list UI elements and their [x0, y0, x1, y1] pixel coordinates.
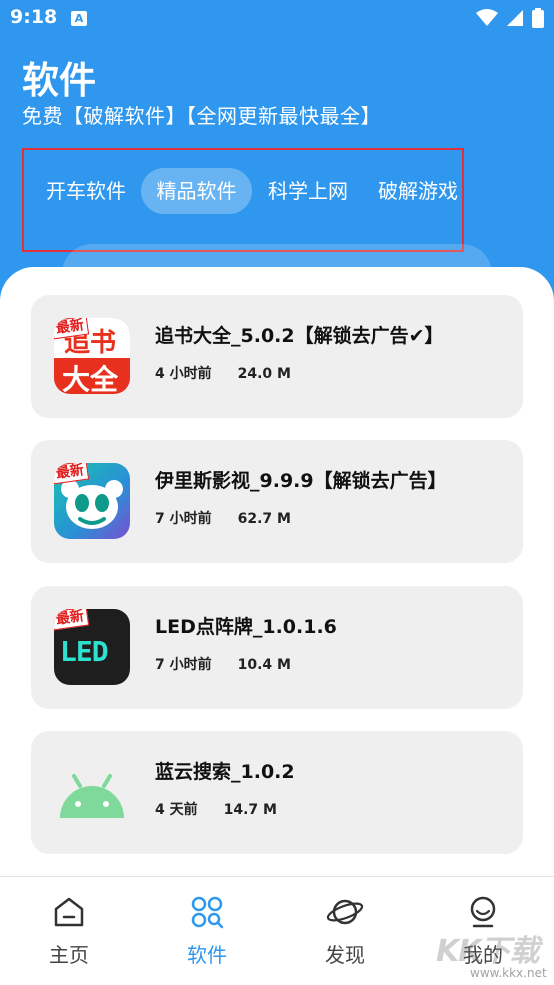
signal-icon — [507, 10, 523, 26]
status-bar: 9:18 A — [0, 0, 554, 38]
led-text: LED — [60, 635, 109, 668]
tab-pojie-games[interactable]: 破解游戏 — [368, 168, 468, 214]
page-title: 软件 — [22, 59, 96, 102]
android-app-icon — [54, 754, 130, 830]
app-time: 7 小时前 — [155, 657, 212, 673]
page-subtitle: 免费【破解软件】【全网更新最快最全】 — [22, 104, 381, 128]
app-title: LED点阵牌_1.0.1.6 — [155, 616, 337, 638]
app-card[interactable]: 蓝云搜索_1.0.2 4 天前 14.7 M — [31, 731, 523, 854]
system-icons — [476, 8, 544, 28]
book-app-icon: 追书 大全 最新 — [54, 318, 130, 394]
app-title: 追书大全_5.0.2【解锁去广告✔】 — [155, 325, 444, 347]
new-badge: 最新 — [54, 609, 90, 631]
app-title: 蓝云搜索_1.0.2 — [155, 761, 295, 783]
app-size: 14.7 M — [223, 802, 277, 818]
app-size: 10.4 M — [237, 657, 291, 673]
apps-grid-icon — [191, 896, 224, 929]
app-meta: 7 小时前 62.7 M — [155, 508, 291, 528]
led-app-icon: LED 最新 — [54, 609, 130, 685]
app-card[interactable]: 最新 伊里斯影视_9.9.9【解锁去广告】 7 小时前 62.7 M — [31, 440, 523, 563]
home-icon — [54, 897, 84, 927]
icon-text: 大全 — [62, 363, 119, 394]
nav-label: 软件 — [187, 943, 227, 967]
planet-icon — [326, 899, 364, 925]
profile-icon — [470, 896, 496, 928]
led-text: LED — [60, 635, 109, 668]
app-card[interactable]: LED 最新 LED点阵牌_1.0.1.6 7 小时前 10.4 M — [31, 586, 523, 709]
tab-jingpin[interactable]: 精品软件 — [141, 168, 252, 214]
app-meta: 4 小时前 24.0 M — [155, 363, 291, 383]
watermark-site: www.kkx.net — [470, 966, 547, 980]
status-time: 9:18 — [10, 6, 58, 28]
android-icon — [60, 774, 124, 818]
watermark: KK下载 — [436, 934, 539, 969]
nav-discover[interactable]: 发现 — [276, 877, 414, 985]
app-card[interactable]: 追书 大全 最新 追书大全_5.0.2【解锁去广告✔】 4 小时前 24.0 M — [31, 295, 523, 418]
battery-icon — [532, 8, 544, 28]
notification-icon: A — [71, 11, 87, 26]
app-meta: 4 天前 14.7 M — [155, 799, 277, 819]
tab-kexue[interactable]: 科学上网 — [258, 168, 358, 214]
panda-app-icon: 最新 — [54, 463, 130, 539]
app-meta: 7 小时前 10.4 M — [155, 654, 291, 674]
app-size: 62.7 M — [237, 511, 291, 527]
app-size: 24.0 M — [237, 366, 291, 382]
nav-label: 主页 — [49, 943, 89, 967]
tab-kaiche[interactable]: 开车软件 — [36, 168, 136, 214]
nav-home[interactable]: 主页 — [0, 877, 138, 985]
app-time: 4 天前 — [155, 802, 198, 818]
app-time: 4 小时前 — [155, 366, 212, 382]
app-time: 7 小时前 — [155, 511, 212, 527]
wifi-icon — [476, 9, 498, 26]
nav-label: 发现 — [325, 943, 365, 967]
app-title: 伊里斯影视_9.9.9【解锁去广告】 — [155, 470, 447, 492]
nav-apps[interactable]: 软件 — [138, 877, 276, 985]
